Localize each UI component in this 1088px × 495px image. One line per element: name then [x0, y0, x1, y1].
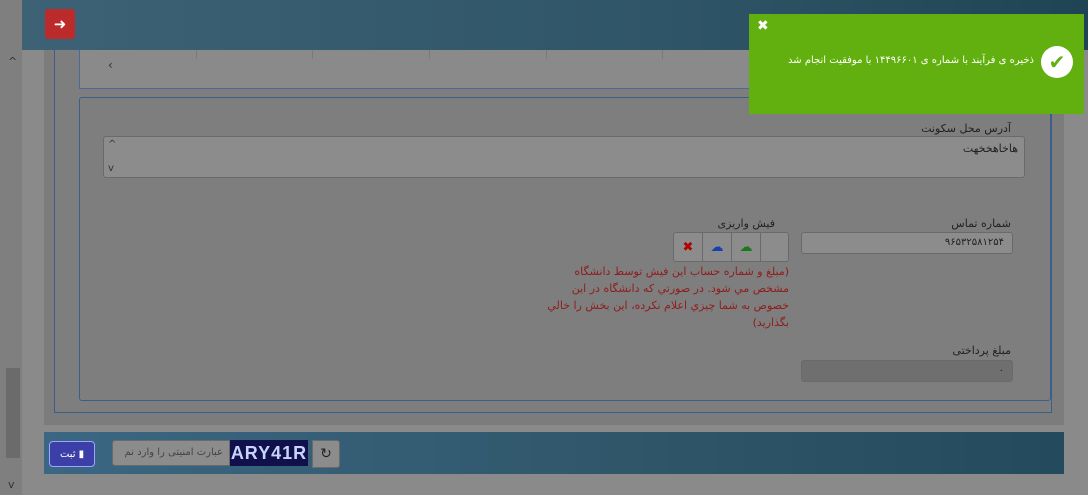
receipt-file-group: ✖ ☁ ☁ — [673, 232, 789, 262]
scroll-left-icon[interactable]: ‹ — [108, 58, 113, 72]
captcha-placeholder: عبارت امنیتی را وارد نم — [124, 447, 223, 458]
payment-input: ۰ — [801, 360, 1013, 382]
refresh-icon: ↻ — [320, 446, 332, 462]
submit-button[interactable]: ▮ ثبت — [49, 441, 95, 467]
receipt-note: (مبلغ و شماره حساب این فیش توسط دانشگاه … — [547, 265, 789, 329]
file-name-field[interactable] — [761, 233, 779, 261]
delete-icon: ✖ — [682, 239, 694, 255]
cloud-download-icon: ☁ — [710, 239, 724, 255]
scrollbar-thumb[interactable] — [6, 368, 20, 458]
submit-label: ثبت — [59, 448, 76, 460]
textarea-scroll-down-icon[interactable]: v — [108, 163, 114, 174]
payment-label: مبلغ پرداختی — [952, 344, 1011, 357]
phone-input[interactable]: ۹۶۵۳۲۵۸۱۲۵۴ — [801, 232, 1013, 254]
cloud-upload-icon: ☁ — [739, 239, 753, 255]
toast-message: ذخیره ی فرآیند با شماره ی ۱۴۴۹۶۶۰۱ با مو… — [788, 55, 1034, 66]
payment-value: ۰ — [998, 365, 1004, 376]
refresh-captcha-button[interactable]: ↻ — [312, 440, 340, 468]
download-file-button[interactable]: ☁ — [703, 233, 732, 261]
success-toast: ✖ ✔ ذخیره ی فرآیند با شماره ی ۱۴۴۹۶۶۰۱ ب… — [749, 14, 1084, 114]
scroll-down-icon[interactable]: v — [8, 478, 15, 491]
delete-file-button[interactable]: ✖ — [674, 233, 703, 261]
address-value: هاخاهخخهت — [962, 142, 1018, 155]
phone-label: شماره تماس — [951, 217, 1011, 230]
check-icon: ✔ — [1041, 46, 1073, 78]
logout-button[interactable]: ➜ — [45, 9, 75, 39]
page-scrollbar[interactable]: ^ v — [0, 0, 22, 495]
captcha-input[interactable]: عبارت امنیتی را وارد نم — [112, 440, 230, 466]
textarea-scroll-up-icon[interactable]: ^ — [108, 139, 116, 150]
footer-bar: ▮ ثبت عبارت امنیتی را وارد نم ARY41R ↻ — [44, 432, 1064, 474]
save-icon: ▮ — [78, 448, 85, 460]
upload-file-button[interactable]: ☁ — [732, 233, 761, 261]
captcha-text: ARY41R — [230, 442, 308, 463]
address-label: آدرس محل سکونت — [921, 122, 1011, 135]
receipt-label: فیش واریزی — [717, 217, 775, 230]
table-strip: ‹ — [79, 50, 781, 89]
address-textarea[interactable]: ^ v هاخاهخخهت — [103, 136, 1025, 178]
logout-icon: ➜ — [53, 15, 67, 33]
close-icon[interactable]: ✖ — [757, 18, 769, 34]
captcha-image: ARY41R — [230, 440, 308, 466]
phone-value: ۹۶۵۳۲۵۸۱۲۵۴ — [944, 237, 1004, 248]
scroll-up-icon[interactable]: ^ — [8, 55, 17, 68]
